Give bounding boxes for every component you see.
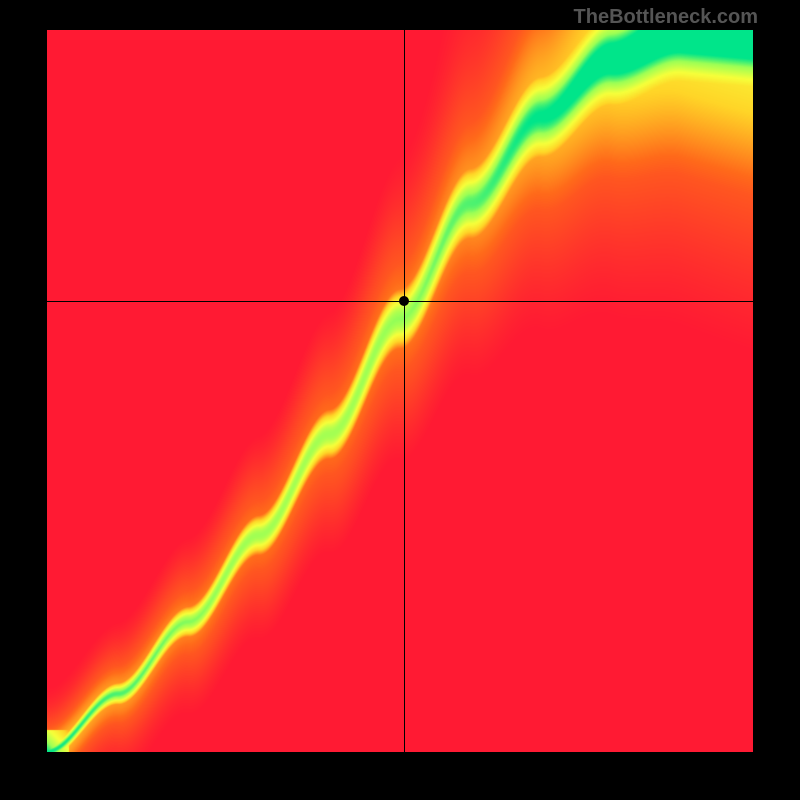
- heatmap-canvas: [47, 30, 753, 752]
- marker-dot: [399, 296, 409, 306]
- crosshair-vertical: [404, 30, 405, 752]
- watermark-text: TheBottleneck.com: [574, 6, 758, 29]
- chart-container: TheBottleneck.com: [0, 0, 800, 800]
